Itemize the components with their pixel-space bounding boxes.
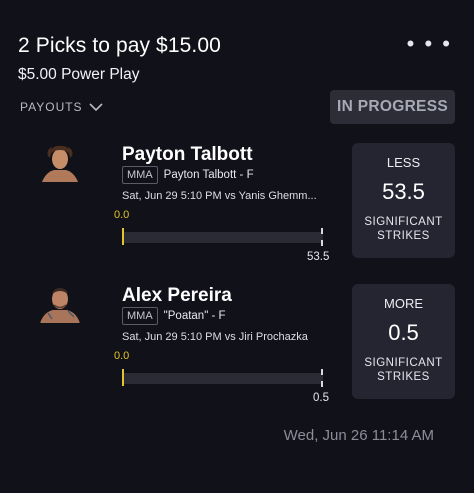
game-meta: Sat, Jun 29 5:10 PM vs Jiri Prochazka [122,331,308,343]
current-value: 0.0 [114,209,130,221]
progress-bar [123,373,323,384]
player-detail: Payton Talbott - F [163,169,254,181]
stat-type-line2: STRIKES [377,230,430,242]
player-avatar [38,283,82,323]
line-value: 53.5 [307,251,330,263]
entry-title: 2 Picks to pay $15.00 [18,34,221,57]
payouts-label: PAYOUTS [20,100,83,114]
stat-type-line2: STRIKES [377,371,430,383]
chevron-down-icon [89,102,103,111]
entry-card: 2 Picks to pay $15.00 • • • $5.00 Power … [0,0,474,493]
progress-start-marker [122,369,124,386]
player-name: Payton Talbott [122,144,253,165]
pick-direction: MORE [384,296,423,311]
current-value: 0.0 [114,350,130,362]
stat-type-line1: SIGNIFICANT [364,216,443,228]
player-tag-row: MMA "Poatan" - F [122,307,226,325]
stat-type: SIGNIFICANT STRIKES [352,215,455,243]
payouts-toggle[interactable]: PAYOUTS [20,100,103,114]
line-value: 0.5 [313,392,329,404]
league-tag: MMA [122,166,158,184]
league-tag: MMA [122,307,158,325]
game-meta: Sat, Jun 29 5:10 PM vs Yanis Ghemm... [122,190,317,202]
entry-subtitle: $5.00 Power Play [18,66,140,83]
player-tag-row: MMA Payton Talbott - F [122,166,254,184]
entry-timestamp: Wed, Jun 26 11:14 AM [283,427,434,444]
stat-type-line1: SIGNIFICANT [364,357,443,369]
player-name: Alex Pereira [122,285,232,306]
progress-bar [123,232,323,243]
player-detail: "Poatan" - F [163,310,226,322]
more-options-icon[interactable]: • • • [407,33,452,55]
progress-start-marker [122,228,124,245]
projection-panel[interactable]: LESS 53.5 SIGNIFICANT STRIKES [352,143,455,258]
progress-line-marker [321,369,323,387]
pick-direction: LESS [386,155,421,170]
stat-type: SIGNIFICANT STRIKES [352,356,455,384]
projection-value: 53.5 [382,179,425,204]
player-avatar [38,142,82,182]
progress-line-marker [321,228,323,246]
status-badge: IN PROGRESS [330,90,455,124]
projection-value: 0.5 [388,320,419,345]
projection-panel[interactable]: MORE 0.5 SIGNIFICANT STRIKES [352,284,455,399]
